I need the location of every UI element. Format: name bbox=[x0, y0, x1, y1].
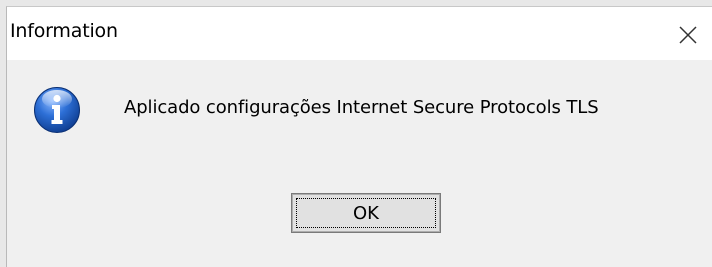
title-bar: Information bbox=[7, 7, 712, 60]
ok-button-label: OK bbox=[353, 202, 379, 224]
focus-rectangle: OK bbox=[296, 198, 436, 228]
window-title: Information bbox=[10, 20, 118, 42]
dialog-message: Aplicado configurações Internet Secure P… bbox=[124, 97, 599, 118]
close-button[interactable] bbox=[667, 7, 712, 60]
close-icon bbox=[679, 26, 697, 44]
ok-button[interactable]: OK bbox=[292, 194, 440, 232]
information-icon bbox=[34, 87, 80, 133]
information-dialog: Information Aplicado configurações Inter… bbox=[6, 6, 712, 267]
